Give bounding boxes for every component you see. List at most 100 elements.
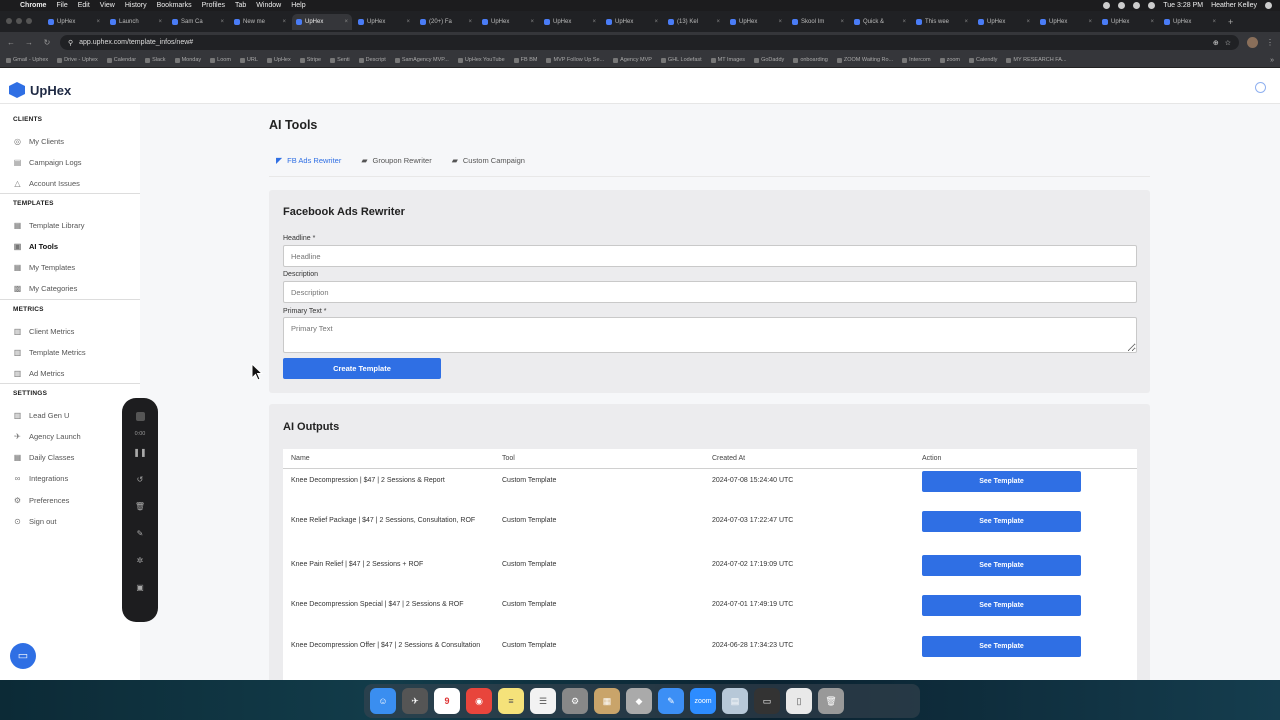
clock[interactable]: Tue 3:28 PM <box>1163 2 1203 9</box>
sidebar-item-ai-tools[interactable]: ▣ AI Tools <box>13 240 58 252</box>
bookmark-item[interactable]: Loom <box>210 57 231 63</box>
close-tab-icon[interactable]: × <box>1212 19 1216 25</box>
bookmark-item[interactable]: Drive - Uphex <box>57 57 98 63</box>
bookmark-item[interactable]: MT Images <box>710 57 745 63</box>
calendar-icon[interactable]: 9 <box>434 688 460 714</box>
minimize-window-icon[interactable] <box>16 18 22 24</box>
search-icon[interactable] <box>1148 2 1156 9</box>
close-tab-icon[interactable]: × <box>778 19 782 25</box>
bookmark-item[interactable]: MVP Follow Up Se... <box>546 57 604 63</box>
sidebar-item-client-metrics[interactable]: ▥ Client Metrics <box>13 325 75 337</box>
user-account-icon[interactable] <box>1255 82 1266 93</box>
column-header-action[interactable]: Action <box>922 455 941 462</box>
roblox-icon[interactable]: ◆ <box>626 688 652 714</box>
bookmark-item[interactable]: Intercom <box>902 57 931 63</box>
browser-tab[interactable]: UpHex × <box>1160 14 1220 30</box>
browser-tab[interactable]: UpHex × <box>974 14 1034 30</box>
close-tab-icon[interactable]: × <box>468 19 472 25</box>
effects-icon[interactable]: ✲ <box>132 553 148 569</box>
app-logo[interactable]: UpHex <box>9 82 71 98</box>
profile-avatar[interactable] <box>1247 37 1258 48</box>
close-tab-icon[interactable]: × <box>96 19 100 25</box>
calculator-icon[interactable]: ▦ <box>594 688 620 714</box>
bookmark-item[interactable]: MY RESEARCH FA... <box>1006 57 1067 63</box>
sidebar-item-integrations[interactable]: ∞ Integrations <box>13 473 69 485</box>
sidebar-item-ad-metrics[interactable]: ▥ Ad Metrics <box>13 368 65 380</box>
bookmark-item[interactable]: GoDaddy <box>754 57 784 63</box>
description-input[interactable] <box>283 281 1137 303</box>
browser-tab[interactable]: UpHex × <box>478 14 538 30</box>
menu-window[interactable]: Window <box>256 2 281 9</box>
menu-profiles[interactable]: Profiles <box>202 2 225 9</box>
close-tab-icon[interactable]: × <box>592 19 596 25</box>
bookmark-item[interactable]: SamAgency MVP... <box>394 57 449 63</box>
sidebar-item-preferences[interactable]: ⚙ Preferences <box>13 494 70 506</box>
browser-tab[interactable]: Launch × <box>106 14 166 30</box>
browser-tab[interactable]: (20+) Fa × <box>416 14 476 30</box>
back-icon[interactable]: ← <box>6 38 16 47</box>
menu-app-name[interactable]: Chrome <box>20 2 46 9</box>
menu-help[interactable]: Help <box>291 2 305 9</box>
browser-tab[interactable]: Skool Im × <box>788 14 848 30</box>
notes-icon[interactable]: ≡ <box>498 688 524 714</box>
see-template-button[interactable]: See Template <box>922 555 1081 576</box>
bookmark-item[interactable]: Gmail - Uphex <box>6 57 48 63</box>
sidebar-item-my-clients[interactable]: ◎ My Clients <box>13 135 64 147</box>
address-bar[interactable]: ⚲ app.uphex.com/template_infos/new# ⊕ ☆ <box>60 35 1239 50</box>
chat-support-icon[interactable]: ▭ <box>10 643 36 669</box>
sidebar-item-daily-classes[interactable]: ▦ Daily Classes <box>13 452 75 464</box>
site-info-icon[interactable]: ⚲ <box>68 39 73 47</box>
tab-groupon-rewriter[interactable]: ▰ Groupon Rewriter <box>361 156 431 165</box>
finder-icon[interactable]: ☺ <box>370 688 396 714</box>
browser-tab[interactable]: UpHex × <box>1098 14 1158 30</box>
menu-history[interactable]: History <box>125 2 147 9</box>
bookmark-item[interactable]: Descript <box>358 57 386 63</box>
see-template-button[interactable]: See Template <box>922 595 1081 616</box>
user-name[interactable]: Heather Kelley <box>1211 2 1257 9</box>
zoom-page-icon[interactable]: ⊕ <box>1213 39 1219 47</box>
status-icon[interactable] <box>1103 2 1111 9</box>
browser-tab[interactable]: UpHex × <box>44 14 104 30</box>
bookmark-item[interactable]: GHL Lodefast <box>660 57 702 63</box>
see-template-button[interactable]: See Template <box>922 636 1081 657</box>
close-tab-icon[interactable]: × <box>530 19 534 25</box>
spotlight-icon[interactable] <box>1265 2 1272 9</box>
stop-recording-button[interactable] <box>135 412 145 421</box>
sidebar-item-template-library[interactable]: ▦ Template Library <box>13 219 85 231</box>
close-tab-icon[interactable]: × <box>406 19 410 25</box>
forward-icon[interactable]: → <box>24 38 34 47</box>
url-text[interactable]: app.uphex.com/template_infos/new# <box>79 39 1207 46</box>
sidebar-item-agency-launch[interactable]: ✈ Agency Launch <box>13 430 81 442</box>
pen-icon[interactable]: ✎ <box>132 526 148 542</box>
menu-edit[interactable]: Edit <box>78 2 90 9</box>
bookmark-item[interactable]: zoom <box>939 57 960 63</box>
menu-bookmarks[interactable]: Bookmarks <box>157 2 192 9</box>
close-tab-icon[interactable]: × <box>282 19 286 25</box>
browser-tab[interactable]: UpHex × <box>602 14 662 30</box>
primary-text-input[interactable] <box>283 317 1137 353</box>
bookmark-item[interactable]: FB BM <box>513 57 537 63</box>
browser-tab[interactable]: UpHex × <box>540 14 600 30</box>
camera-icon[interactable]: ▣ <box>132 580 148 596</box>
bookmark-item[interactable]: Stripe <box>299 57 321 63</box>
system-settings-icon[interactable]: ⚙ <box>562 688 588 714</box>
bookmark-item[interactable]: ZOOM Waiting Ro... <box>836 57 893 63</box>
bookmark-item[interactable]: Agency MVP <box>613 57 652 63</box>
bookmark-star-icon[interactable]: ☆ <box>1225 39 1231 47</box>
browser-tab[interactable]: UpHex × <box>292 13 352 30</box>
sidebar-item-sign-out[interactable]: ⊙ Sign out <box>13 516 56 528</box>
close-tab-icon[interactable]: × <box>840 19 844 25</box>
reminders-icon[interactable]: ☰ <box>530 688 556 714</box>
browser-tab[interactable]: UpHex × <box>726 14 786 30</box>
sidebar-item-my-templates[interactable]: ▦ My Templates <box>13 262 75 274</box>
browser-tab[interactable]: UpHex × <box>354 14 414 30</box>
bookmark-item[interactable]: Senti <box>330 57 350 63</box>
status-icon[interactable] <box>1118 2 1126 9</box>
browser-tab[interactable]: Sam Ca × <box>168 14 228 30</box>
close-tab-icon[interactable]: × <box>716 19 720 25</box>
close-tab-icon[interactable]: × <box>964 19 968 25</box>
bookmark-item[interactable]: Monday <box>174 57 201 63</box>
column-header-tool[interactable]: Tool <box>502 455 515 462</box>
bookmark-item[interactable]: URL <box>239 57 258 63</box>
menu-view[interactable]: View <box>100 2 115 9</box>
